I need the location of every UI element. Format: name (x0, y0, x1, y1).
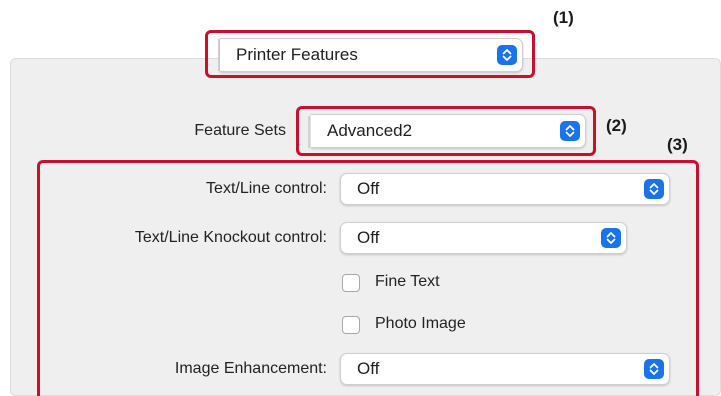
knockout-control-popup[interactable]: Off (340, 222, 627, 254)
feature-sets-label: Feature Sets (194, 122, 286, 139)
photo-image-checkbox[interactable] (342, 316, 360, 334)
image-enhancement-label: Image Enhancement: (174, 360, 327, 377)
feature-sets-value: Advanced2 (327, 121, 413, 140)
printer-features-value: Printer Features (236, 45, 358, 64)
chevron-updown-icon (644, 179, 664, 199)
chevron-updown-icon (644, 359, 664, 379)
callout-label-1: (1) (553, 8, 574, 27)
image-enhancement-popup[interactable]: Off (340, 353, 670, 385)
text-line-control-popup[interactable]: Off (340, 173, 670, 205)
popup-edge (308, 116, 310, 148)
text-line-control-value: Off (357, 179, 380, 198)
image-enhancement-value: Off (357, 359, 380, 378)
knockout-control-label: Text/Line Knockout control: (134, 229, 327, 246)
chevron-updown-icon (497, 45, 517, 65)
fine-text-checkbox[interactable] (342, 274, 360, 292)
text-line-control-label: Text/Line control: (206, 180, 327, 197)
callout-label-3: (3) (667, 135, 688, 154)
fine-text-label: Fine Text (375, 273, 440, 290)
chevron-updown-icon (601, 228, 621, 248)
photo-image-label: Photo Image (375, 315, 466, 332)
feature-sets-popup[interactable]: Advanced2 (311, 114, 586, 148)
chevron-updown-icon (560, 121, 580, 141)
knockout-control-value: Off (357, 228, 380, 247)
printer-features-popup[interactable]: Printer Features (220, 38, 523, 72)
callout-label-2: (2) (606, 116, 627, 135)
